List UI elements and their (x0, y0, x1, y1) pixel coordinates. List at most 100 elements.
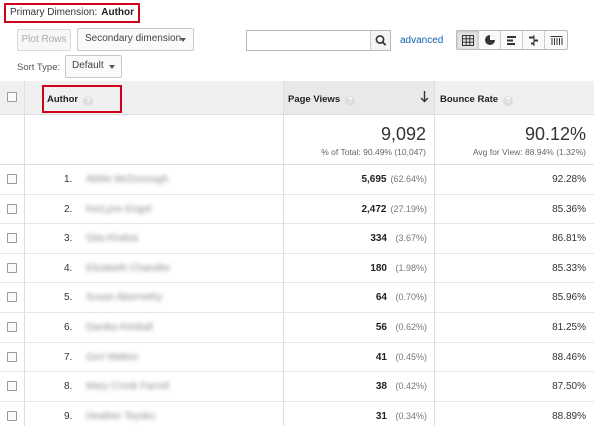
page-views-cell: 2,472 (27.19%) (284, 194, 435, 224)
sort-type-dropdown[interactable]: Default (65, 55, 122, 78)
chevron-down-icon (109, 65, 115, 69)
page-views-percent: (0.70%) (395, 292, 427, 303)
page-views-column-header[interactable]: Page Views? (284, 81, 435, 115)
primary-dimension-label: Primary Dimension: (10, 7, 98, 18)
total-page-views-subtext: % of Total: 90.49% (10,047) (321, 147, 426, 157)
bounce-rate-cell: 85.36% (435, 195, 594, 224)
row-checkbox[interactable] (7, 203, 17, 214)
author-cell: 8. Mary Cronk Farrell (25, 372, 284, 402)
page-views-cell: 180 (1.98%) (284, 253, 435, 283)
row-checkbox[interactable] (7, 410, 17, 421)
row-index: 2. (64, 203, 73, 215)
row-select-cell (0, 283, 25, 313)
bounce-rate-value: 81.25% (552, 322, 586, 333)
table-row: 3. Gita Khalsa 334 (3.67%) 86.81% (0, 224, 594, 254)
advanced-filter-link[interactable]: advanced (400, 35, 443, 46)
sort-type-value: Default (72, 60, 104, 71)
search-icon (375, 35, 387, 46)
page-views-value: 64 (0.70%) (376, 292, 427, 303)
table-view-button[interactable] (457, 31, 479, 49)
table-search-input[interactable] (247, 31, 367, 50)
row-index: 1. (64, 174, 73, 185)
bounce-rate-value: 88.46% (552, 351, 586, 363)
help-icon[interactable]: ? (345, 96, 356, 106)
page-views-value: 5,695 (62.64%) (361, 174, 427, 185)
pivot-icon (550, 35, 562, 45)
page-views-value: 180 (1.98%) (370, 263, 427, 274)
table-row: 9. Heather Teysko 31 (0.34%) 88.89% (0, 401, 594, 426)
author-name-link[interactable]: Susan Abernethy (86, 292, 162, 303)
row-checkbox[interactable] (7, 351, 17, 362)
row-checkbox[interactable] (7, 381, 17, 392)
author-name-link[interactable]: Geri Walton (86, 352, 138, 363)
bounce-rate-column-header[interactable]: Bounce Rate? (435, 81, 594, 115)
totals-spacer (0, 115, 25, 165)
bounce-rate-header-text: Bounce Rate (440, 94, 499, 105)
page-views-number: 2,472 (361, 203, 387, 215)
bounce-rate-cell: 85.33% (435, 254, 594, 283)
row-index: 7. (64, 351, 73, 363)
author-name-link[interactable]: Mary Cronk Farrell (86, 381, 169, 392)
author-name-link[interactable]: Abbie McDonough (86, 174, 168, 185)
page-views-percent: (62.64%) (390, 174, 427, 184)
row-checkbox[interactable] (7, 174, 17, 184)
totals-page-views-cell: 9,092 % of Total: 90.49% (10,047) (284, 115, 435, 165)
row-index: 8. (64, 381, 73, 393)
page-views-value: 56 (0.62%) (376, 322, 427, 333)
primary-dimension-highlight: Primary Dimension: Author (4, 3, 140, 23)
row-checkbox[interactable] (7, 262, 17, 273)
bar-list-icon (506, 35, 516, 45)
row-select-cell (0, 313, 25, 342)
row-select-cell (0, 165, 25, 194)
totals-author-cell (25, 115, 284, 165)
row-checkbox[interactable] (7, 322, 17, 332)
sort-descending-icon[interactable] (420, 91, 429, 103)
plot-rows-button[interactable]: Plot Rows (17, 29, 71, 51)
author-name-link[interactable]: Gita Khalsa (86, 233, 138, 244)
author-header-label: Author? (47, 94, 94, 106)
bounce-rate-value: 85.36% (552, 203, 586, 215)
secondary-dimension-label: Secondary dimension (85, 33, 182, 44)
page-views-number: 334 (370, 233, 387, 245)
table-row: 8. Mary Cronk Farrell 38 (0.42%) 87.50% (0, 372, 594, 402)
table-row: 4. Elizabeth Chandler 180 (1.98%) 85.33% (0, 253, 594, 284)
author-name-link[interactable]: Elizabeth Chandler (86, 263, 171, 274)
performance-view-button[interactable] (501, 31, 523, 49)
bounce-rate-cell: 88.89% (435, 402, 594, 426)
table-row: 6. Danika Kimball 56 (0.62%) 81.25% (0, 313, 594, 343)
pivot-view-button[interactable] (545, 31, 567, 49)
author-name-link[interactable]: KerLynn Engel (86, 204, 151, 215)
pie-view-button[interactable] (479, 31, 501, 49)
author-cell: 5. Susan Abernethy (25, 283, 284, 313)
comparison-view-button[interactable] (523, 31, 545, 49)
page-views-number: 41 (375, 351, 387, 363)
table-row: 5. Susan Abernethy 64 (0.70%) 85.96% (0, 283, 594, 313)
help-icon[interactable]: ? (83, 96, 94, 106)
author-name-link[interactable]: Heather Teysko (86, 411, 155, 422)
page-views-cell: 41 (0.45%) (284, 342, 435, 372)
table-row: 7. Geri Walton 41 (0.45%) 88.46% (0, 342, 594, 373)
author-column-header[interactable]: Author? (25, 81, 284, 115)
select-all-checkbox[interactable] (7, 92, 17, 102)
avg-bounce-rate-subtext: Avg for View: 88.94% (1.32%) (472, 147, 586, 157)
row-select-cell (0, 372, 25, 402)
page-views-number: 64 (375, 292, 387, 304)
secondary-dimension-dropdown[interactable]: Secondary dimension (77, 28, 194, 51)
search-button[interactable] (370, 31, 390, 50)
row-select-cell (0, 194, 25, 224)
primary-dimension-value[interactable]: Author (101, 7, 134, 18)
bounce-rate-value: 86.81% (552, 233, 586, 245)
page-views-value: 2,472 (27.19%) (361, 204, 427, 215)
author-header-text: Author (47, 94, 79, 105)
author-cell: 3. Gita Khalsa (25, 224, 284, 254)
help-icon[interactable]: ? (503, 96, 514, 106)
page-views-percent: (1.98%) (395, 262, 427, 273)
page-views-value: 41 (0.45%) (376, 352, 427, 363)
row-checkbox[interactable] (7, 292, 17, 303)
page-views-percent: (0.34%) (395, 410, 427, 421)
row-checkbox[interactable] (7, 233, 17, 244)
page-views-percent: (27.19%) (390, 203, 427, 214)
totals-bounce-rate-cell: 90.12% Avg for View: 88.94% (1.32%) (435, 115, 594, 165)
totals-row: 9,092 % of Total: 90.49% (10,047) 90.12%… (0, 115, 594, 165)
author-name-link[interactable]: Danika Kimball (86, 322, 153, 333)
